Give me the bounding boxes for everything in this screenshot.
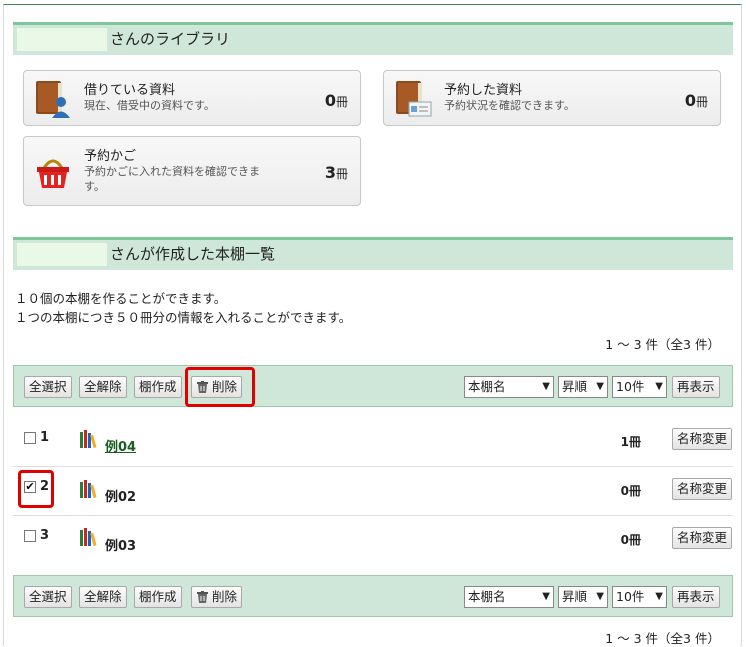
shelf-name[interactable]: 例02 (105, 486, 136, 505)
borrowed-title: 借りている資料 (84, 83, 176, 98)
basket-count: 3冊 (324, 163, 348, 182)
chevron-down-icon: ▼ (542, 381, 550, 392)
reserved-title: 予約した資料 (444, 83, 523, 98)
chevron-down-icon: ▼ (596, 381, 604, 392)
borrowed-book-icon (36, 81, 70, 118)
library-header-title: さんのライブラリ (110, 30, 231, 48)
rename-button[interactable]: 名称変更 (671, 527, 732, 549)
shelves-header-title: さんが作成した本棚一覧 (110, 245, 276, 263)
borrowed-card[interactable]: 借りている資料 現在、借受中の資料です。 0冊 (23, 70, 361, 126)
checkbox-highlight-box (18, 470, 54, 508)
redisplay-button[interactable]: 再表示 (672, 376, 720, 398)
sort-field-select[interactable]: 本棚名 ▼ (464, 586, 554, 608)
bookshelf-icon (80, 528, 97, 546)
pager-info-bottom: 1 ～ 3 件（全3 件） (605, 631, 720, 646)
reserved-book-icon (396, 81, 432, 117)
delete-highlight-box (185, 367, 255, 407)
table-row: 3 例03 0冊 名称変更 (13, 516, 733, 565)
chevron-down-icon: ▼ (596, 591, 604, 602)
shelf-capacity-info: １つの本棚につき５０冊分の情報を入れることができます。 (15, 310, 352, 325)
chevron-down-icon: ▼ (655, 381, 663, 392)
basket-icon (37, 159, 69, 188)
select-all-button[interactable]: 全選択 (24, 376, 72, 398)
basket-desc: 予約かごに入れた資料を確認できます。 (84, 165, 260, 193)
shelf-name-link[interactable]: 例04 (105, 436, 136, 455)
pager-info-top: 1 ～ 3 件（全3 件） (605, 337, 720, 352)
toolbar-top: 全選択 全解除 棚作成 削除 本棚名 ▼ 昇順 ▼ 10件 ▼ 再表示 (13, 365, 733, 407)
borrowed-count: 0冊 (324, 91, 348, 110)
bookshelf-icon (80, 480, 97, 498)
deselect-all-button[interactable]: 全解除 (79, 376, 127, 398)
sort-field-select[interactable]: 本棚名 ▼ (464, 376, 554, 398)
bookshelf-icon (80, 430, 97, 448)
sort-order-select[interactable]: 昇順 ▼ (558, 376, 608, 398)
create-shelf-button[interactable]: 棚作成 (134, 376, 182, 398)
create-shelf-button[interactable]: 棚作成 (134, 586, 182, 608)
reserved-count: 0冊 (684, 91, 708, 110)
row-checkbox[interactable] (24, 530, 36, 542)
rename-button[interactable]: 名称変更 (671, 478, 732, 500)
borrowed-desc: 現在、借受中の資料です。 (84, 99, 215, 112)
rename-button[interactable]: 名称変更 (671, 428, 732, 450)
chevron-down-icon: ▼ (655, 591, 663, 602)
row-number: 3 (40, 528, 50, 543)
basket-title: 予約かご (84, 149, 137, 164)
select-all-button[interactable]: 全選択 (24, 586, 72, 608)
delete-label: 削除 (212, 589, 238, 604)
shelf-count: 1冊 (620, 435, 641, 449)
sort-order-select[interactable]: 昇順 ▼ (558, 586, 608, 608)
per-page-select[interactable]: 10件 ▼ (612, 586, 667, 608)
trash-icon (197, 591, 208, 603)
shelf-limit-info: １０個の本棚を作ることができます。 (15, 291, 227, 306)
row-checkbox[interactable] (24, 432, 36, 444)
table-row: ✔ 2 例02 0冊 名称変更 (13, 467, 733, 516)
shelves-header: さんが作成した本棚一覧 (13, 237, 733, 270)
library-header: さんのライブラリ (13, 22, 733, 55)
deselect-all-button[interactable]: 全解除 (79, 586, 127, 608)
shelf-name[interactable]: 例03 (105, 535, 136, 554)
delete-button[interactable]: 削除 (191, 586, 243, 608)
basket-card[interactable]: 予約かご 予約かごに入れた資料を確認できます。 3冊 (23, 136, 361, 206)
row-number: 1 (40, 430, 50, 445)
toolbar-bottom: 全選択 全解除 棚作成 削除 本棚名 ▼ 昇順 ▼ 10件 ▼ 再表示 (13, 575, 733, 617)
user-name-mask (17, 28, 107, 51)
table-row: 1 例04 1冊 名称変更 (13, 418, 733, 467)
redisplay-button[interactable]: 再表示 (672, 586, 720, 608)
shelf-count: 0冊 (620, 533, 641, 547)
per-page-select[interactable]: 10件 ▼ (612, 376, 667, 398)
chevron-down-icon: ▼ (542, 591, 550, 602)
reserved-card[interactable]: 予約した資料 予約状況を確認できます。 0冊 (383, 70, 721, 126)
reserved-desc: 予約状況を確認できます。 (444, 99, 575, 112)
user-name-mask-2 (17, 243, 107, 266)
shelf-count: 0冊 (620, 484, 641, 498)
